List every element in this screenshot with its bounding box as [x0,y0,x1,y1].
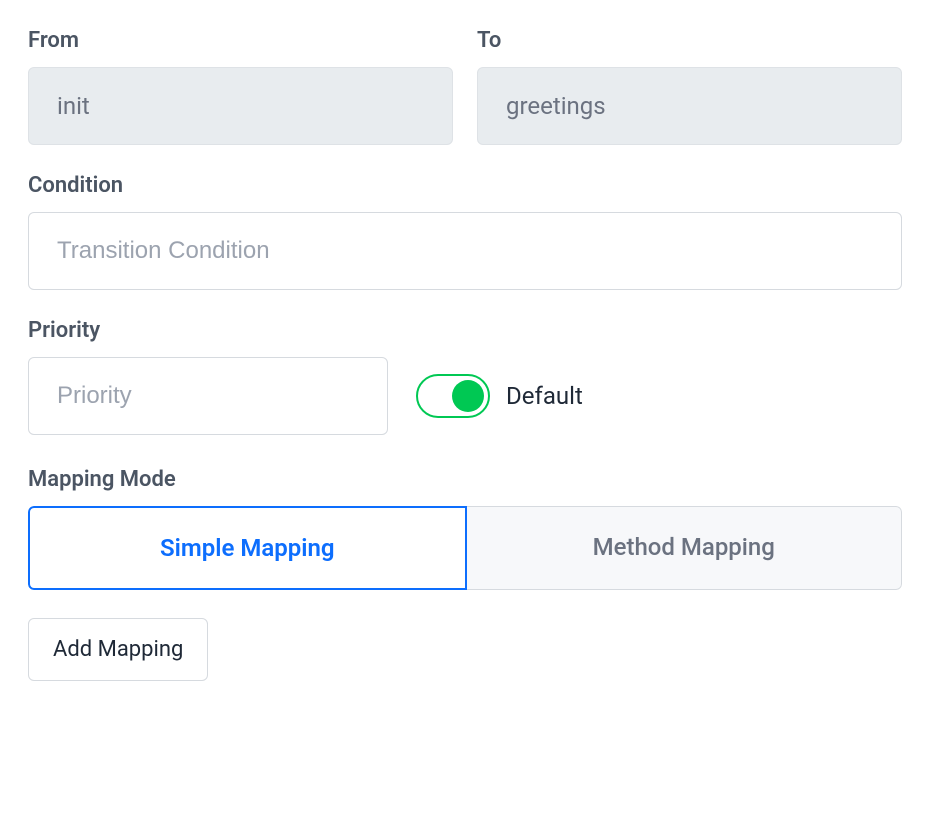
toggle-knob-icon [452,380,484,412]
from-label: From [28,28,453,53]
tab-method-mapping[interactable]: Method Mapping [467,506,903,590]
mapping-mode-tabs: Simple Mapping Method Mapping [28,506,902,590]
condition-input[interactable] [28,212,902,290]
from-to-row: From init To greetings [28,28,902,145]
default-toggle-wrap: Default [416,374,583,418]
priority-label: Priority [28,318,902,343]
condition-label: Condition [28,173,902,198]
to-field: To greetings [477,28,902,145]
to-input: greetings [477,67,902,145]
tab-simple-mapping[interactable]: Simple Mapping [28,506,467,590]
default-toggle[interactable] [416,374,490,418]
mapping-mode-label: Mapping Mode [28,467,902,492]
default-toggle-label: Default [506,382,583,410]
mapping-mode-section: Mapping Mode Simple Mapping Method Mappi… [28,467,902,590]
add-mapping-button[interactable]: Add Mapping [28,618,208,681]
from-field: From init [28,28,453,145]
condition-field: Condition [28,173,902,290]
priority-input[interactable] [28,357,388,435]
from-input: init [28,67,453,145]
priority-section: Priority Default [28,318,902,435]
to-label: To [477,28,902,53]
priority-row: Default [28,357,902,435]
